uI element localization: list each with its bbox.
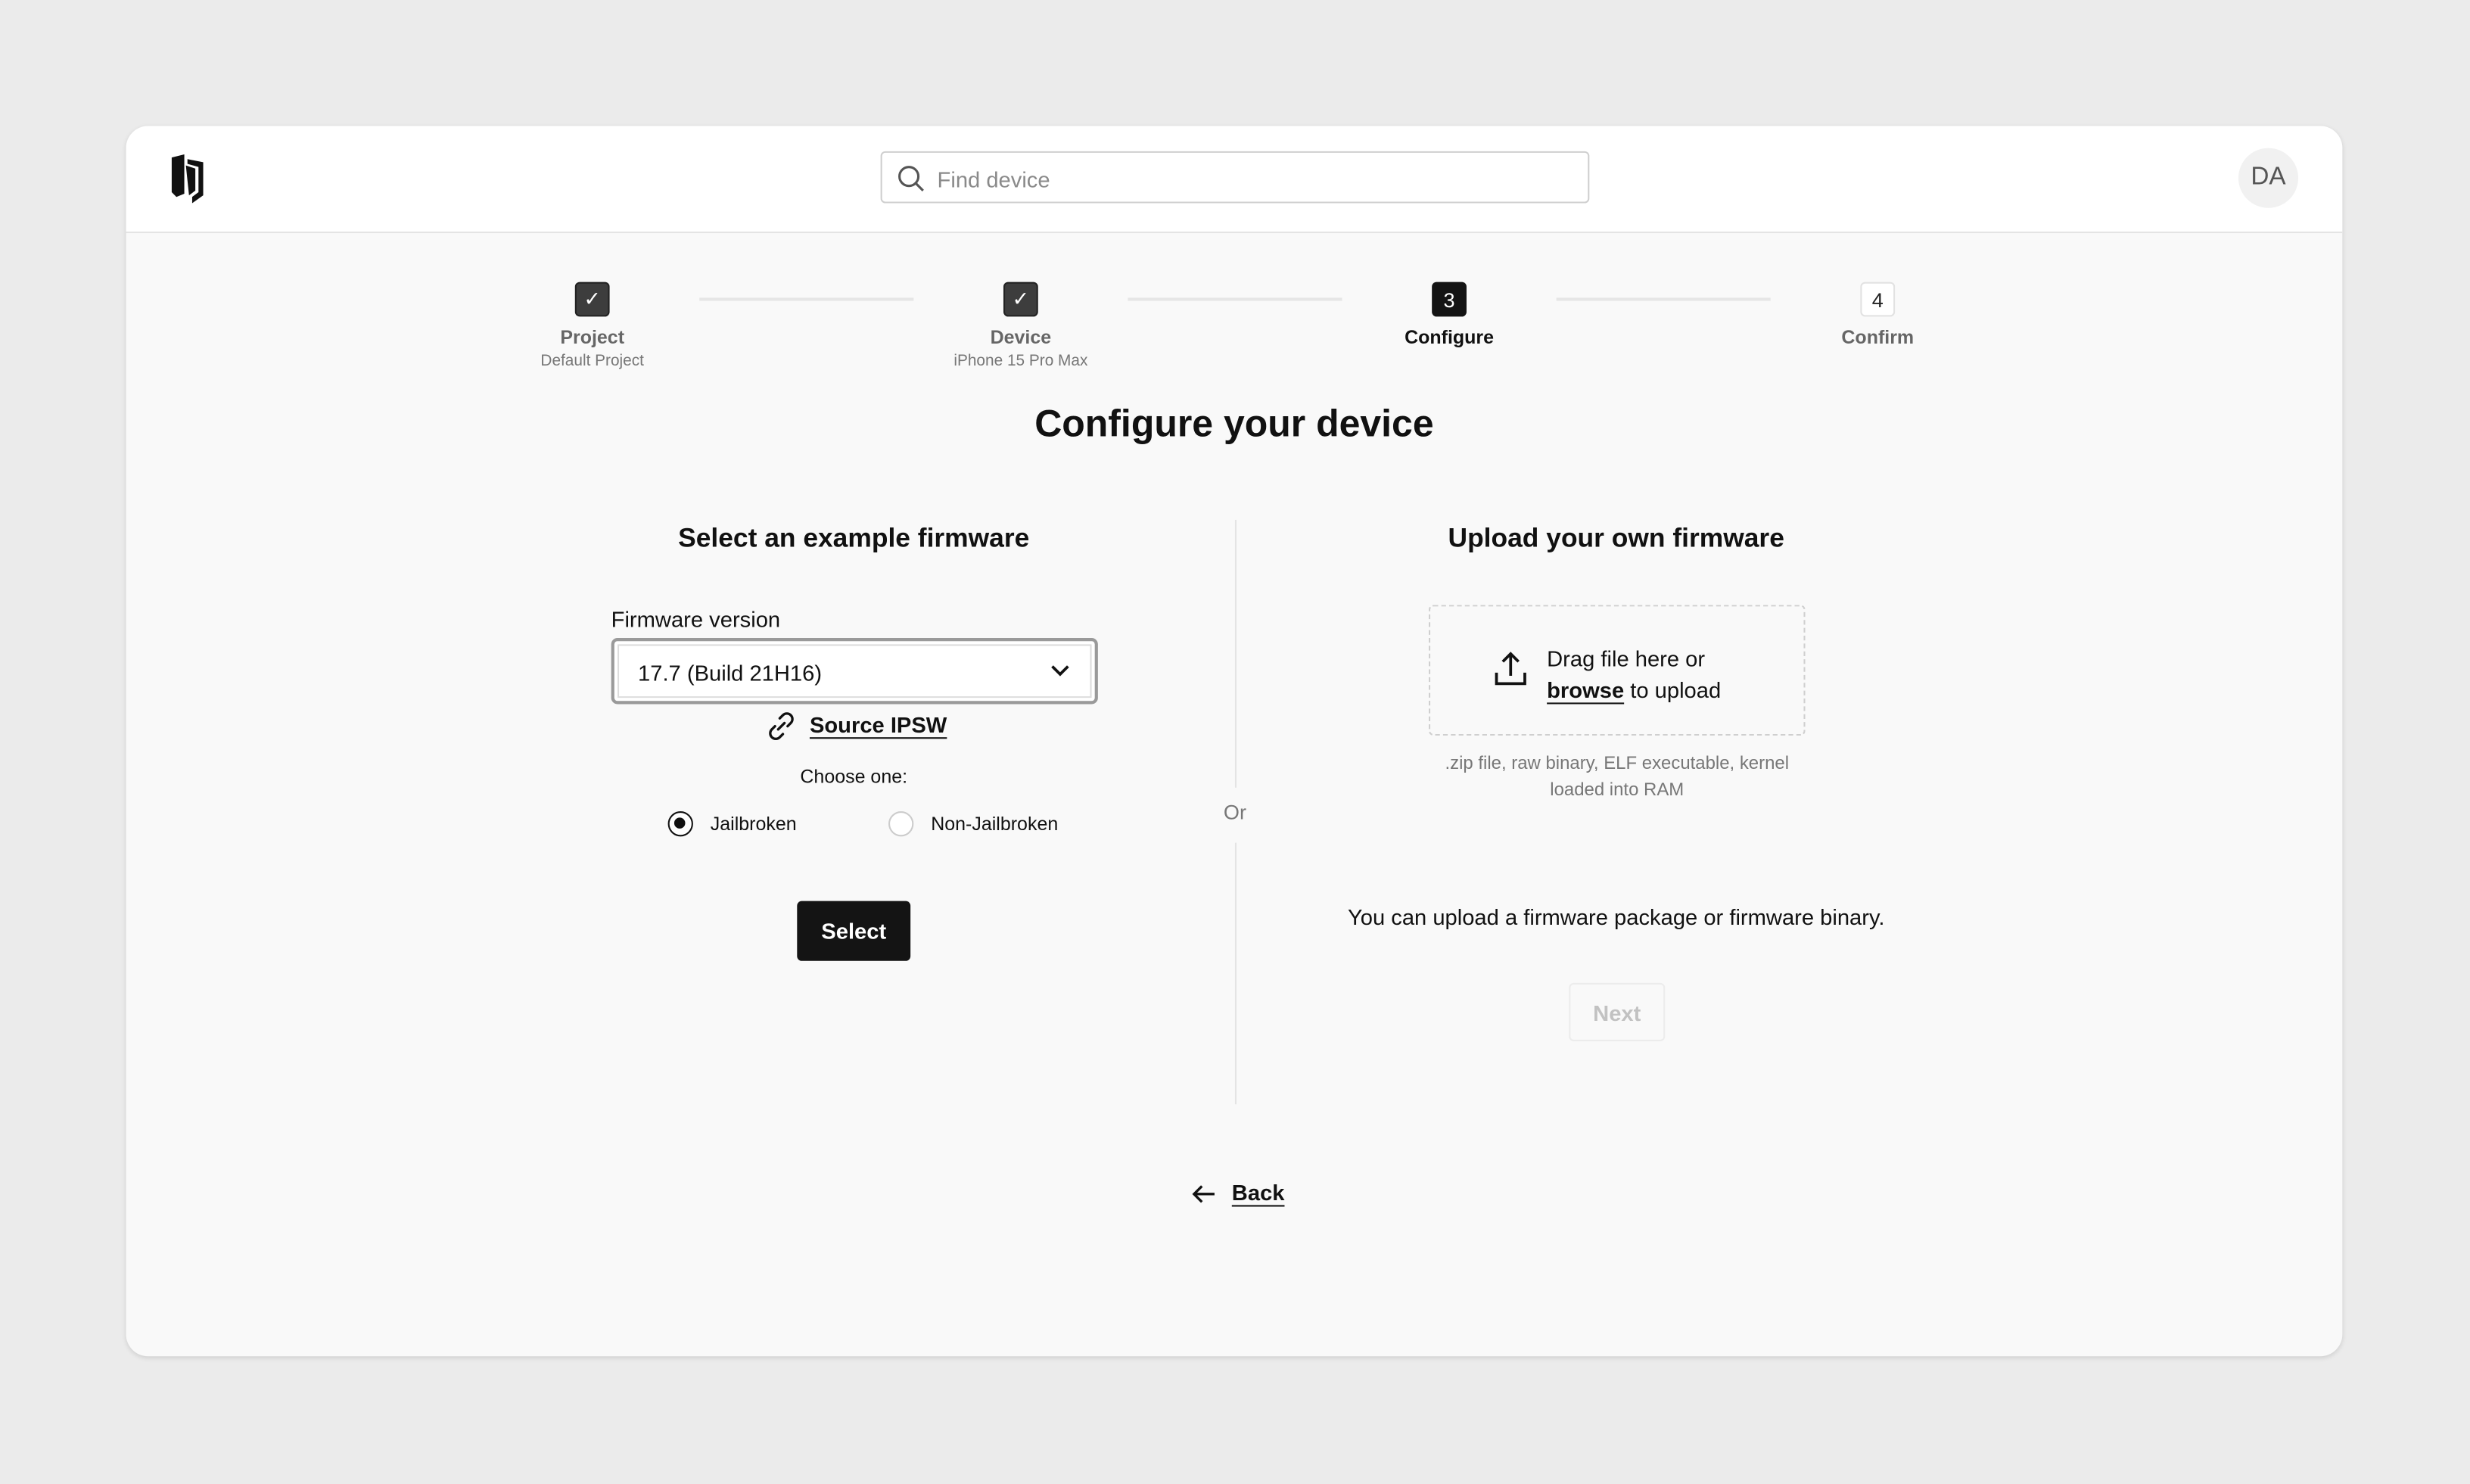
step-sublabel: Default Project bbox=[540, 353, 644, 371]
firmware-version-label: Firmware version bbox=[611, 606, 781, 632]
choose-one-label: Choose one: bbox=[800, 765, 908, 788]
step-label: Device bbox=[990, 325, 1052, 349]
chevron-down-icon bbox=[1051, 665, 1069, 677]
top-bar: DA bbox=[126, 126, 2343, 234]
divider bbox=[1234, 519, 1237, 788]
step-label: Project bbox=[560, 325, 625, 349]
step-connector bbox=[1128, 297, 1342, 301]
search-icon bbox=[898, 166, 924, 191]
step-configure: 3 Configure bbox=[1324, 282, 1576, 348]
step-label: Confirm bbox=[1841, 325, 1915, 349]
step-connector bbox=[699, 297, 914, 301]
source-ipsw-link[interactable]: Source IPSW bbox=[810, 712, 947, 737]
link-icon bbox=[769, 712, 794, 740]
selected-value: 17.7 (Build 21H16) bbox=[638, 660, 823, 686]
page-title: Configure your device bbox=[1034, 403, 1434, 446]
logo-icon bbox=[171, 154, 204, 204]
firmware-version-select[interactable]: 17.7 (Build 21H16) bbox=[611, 638, 1098, 705]
jailbroken-radio[interactable] bbox=[667, 811, 693, 837]
select-button[interactable]: Select bbox=[797, 901, 911, 961]
step-connector bbox=[1556, 297, 1771, 301]
step-confirm: 4 Confirm bbox=[1752, 282, 2004, 348]
step-label: Configure bbox=[1405, 325, 1495, 349]
search-input[interactable] bbox=[934, 152, 1571, 205]
drop-text: to upload bbox=[1624, 677, 1722, 703]
user-avatar[interactable]: DA bbox=[2238, 148, 2299, 208]
back-link[interactable]: Back bbox=[1232, 1180, 1285, 1205]
example-firmware-heading: Select an example firmware bbox=[678, 523, 1030, 553]
non-jailbroken-radio[interactable] bbox=[888, 811, 914, 837]
upload-firmware-heading: Upload your own firmware bbox=[1448, 523, 1784, 553]
main-card: DA ✓ Project Default Project ✓ Device iP… bbox=[126, 126, 2343, 1357]
step-sublabel: iPhone 15 Pro Max bbox=[953, 353, 1088, 371]
next-button[interactable]: Next bbox=[1569, 982, 1666, 1041]
browse-link[interactable]: browse bbox=[1547, 677, 1624, 702]
non-jailbroken-label[interactable]: Non-Jailbroken bbox=[931, 813, 1058, 835]
arrow-left-icon[interactable] bbox=[1191, 1181, 1216, 1206]
jailbroken-label[interactable]: Jailbroken bbox=[711, 813, 797, 835]
file-types-hint: .zip file, raw binary, ELF executable, k… bbox=[1445, 754, 1790, 801]
or-label: Or bbox=[1223, 800, 1247, 824]
step-number: 4 bbox=[1860, 282, 1896, 317]
divider bbox=[1234, 842, 1237, 1105]
file-dropzone[interactable]: Drag file here or browse to upload bbox=[1429, 605, 1806, 736]
upload-icon bbox=[1495, 652, 1526, 686]
step-project[interactable]: ✓ Project Default Project bbox=[466, 282, 718, 371]
drop-text: Drag file here or bbox=[1547, 646, 1706, 671]
check-icon: ✓ bbox=[574, 282, 610, 317]
find-device-search[interactable] bbox=[880, 151, 1590, 205]
step-number: 3 bbox=[1432, 282, 1467, 317]
upload-info: You can upload a firmware package or fir… bbox=[1347, 904, 1885, 930]
check-icon: ✓ bbox=[1003, 282, 1038, 317]
step-device[interactable]: ✓ Device iPhone 15 Pro Max bbox=[894, 282, 1146, 371]
